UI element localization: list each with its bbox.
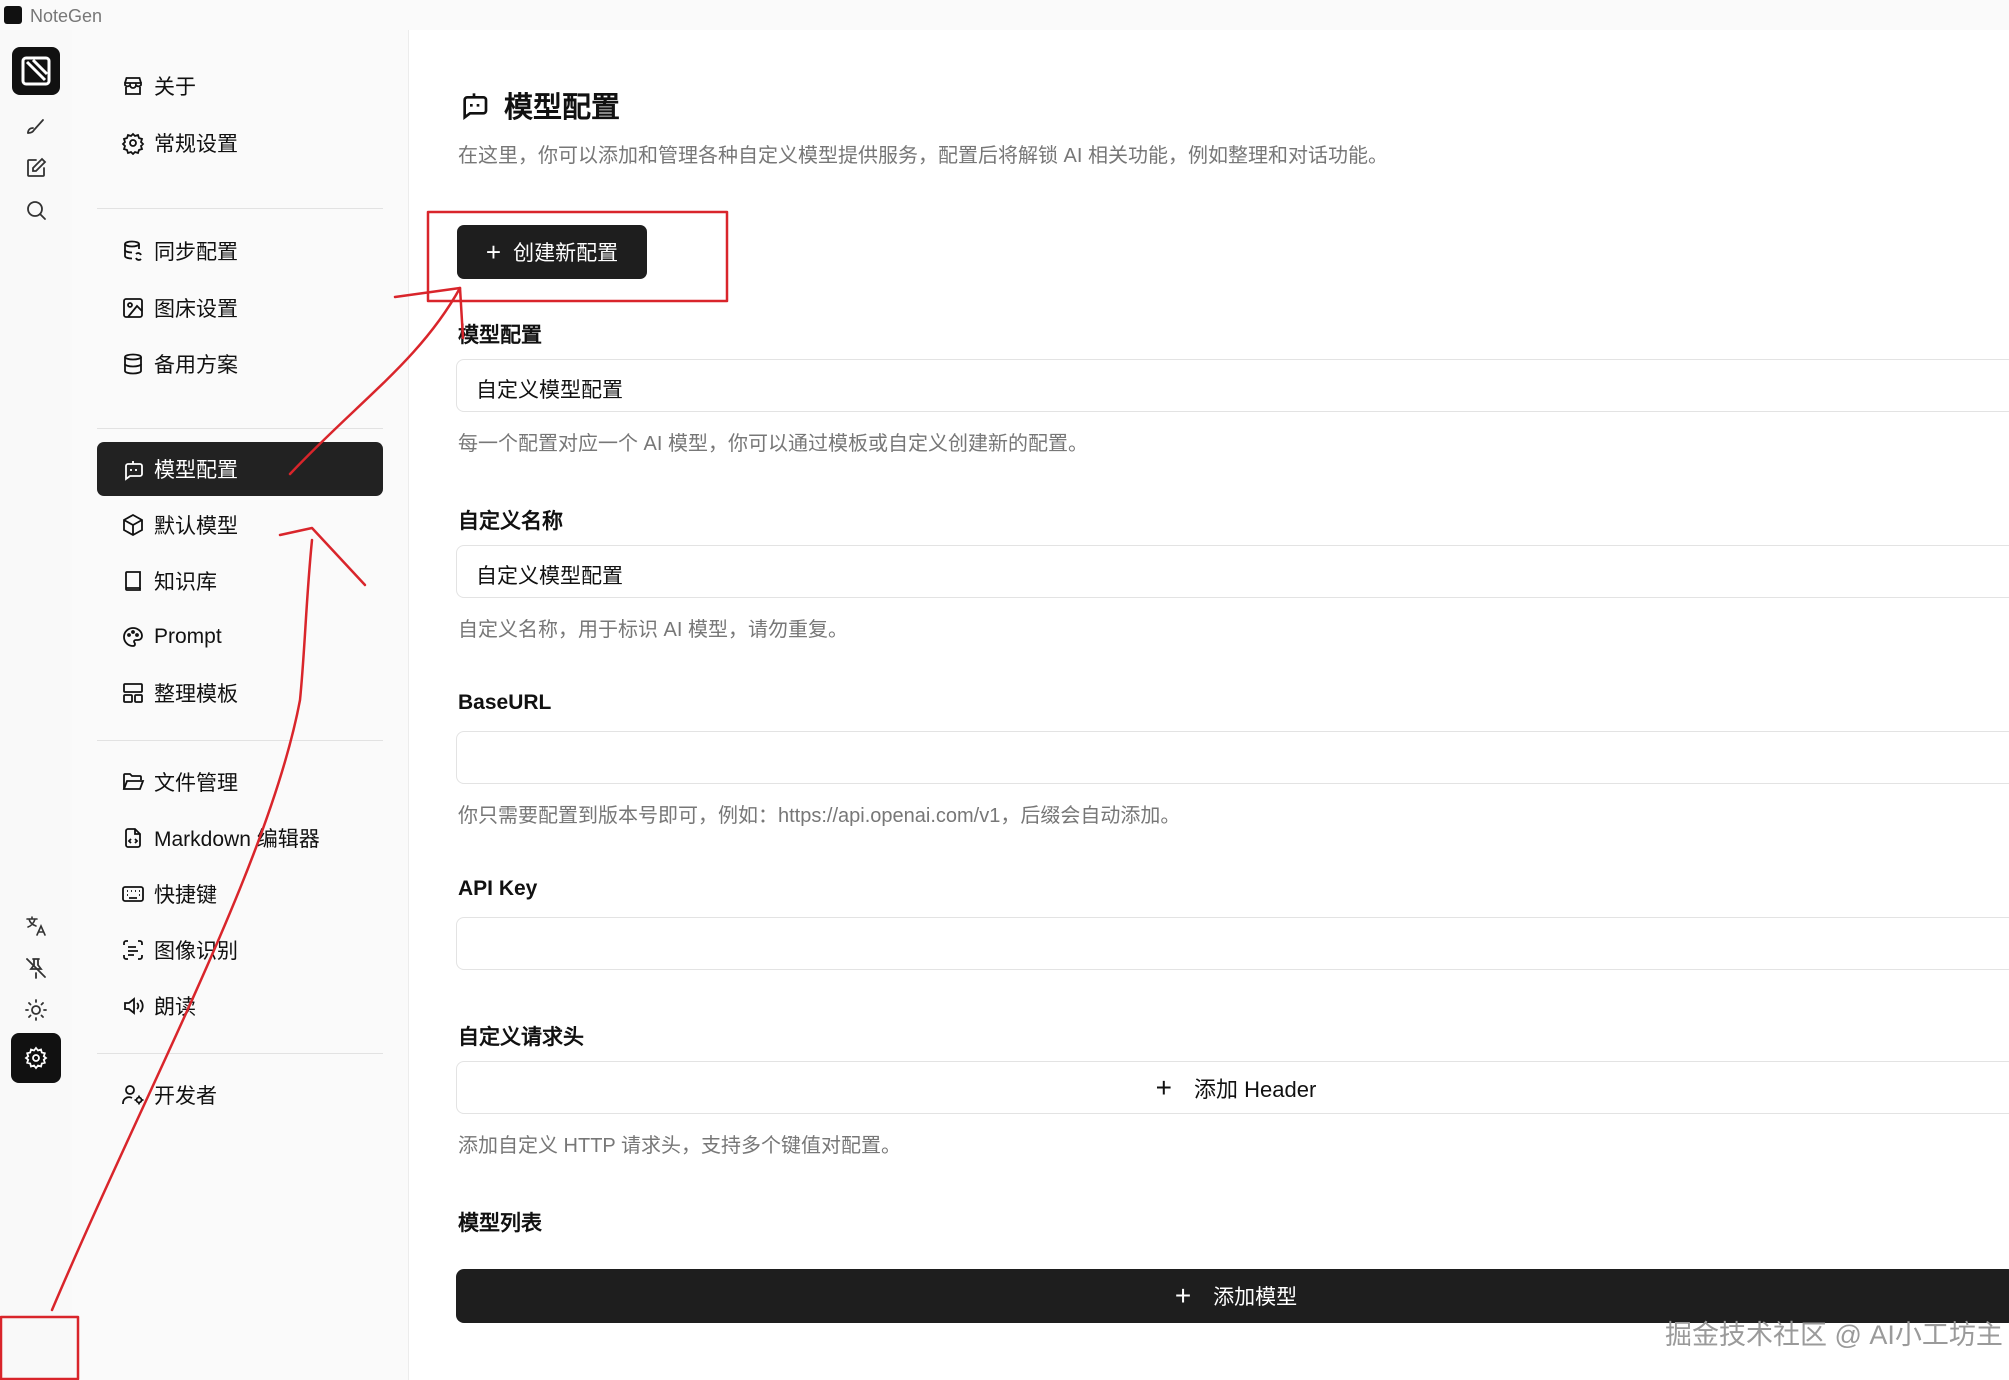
custom-name-input[interactable]: 自定义模型配置 <box>456 545 2009 598</box>
pin-off-icon[interactable] <box>20 952 52 984</box>
plus-icon: + <box>485 237 502 267</box>
nav-item-default-model[interactable]: 默认模型 <box>97 498 383 552</box>
model-config-help: 每一个配置对应一个 AI 模型，你可以通过模板或自定义创建新的配置。 <box>458 433 1089 455</box>
nav-item-label: 关于 <box>154 76 196 99</box>
create-config-label: 创建新配置 <box>513 242 619 265</box>
nav-item-model-config[interactable]: 模型配置 <box>97 442 383 496</box>
book-icon <box>120 568 146 594</box>
store-icon <box>120 73 146 99</box>
nav-item-label: 备用方案 <box>154 354 238 377</box>
image-upload-icon <box>120 295 146 321</box>
plus-icon: + <box>1174 1280 1192 1311</box>
brush-icon[interactable] <box>20 110 52 142</box>
page-description: 在这里，你可以添加和管理各种自定义模型提供服务，配置后将解锁 AI 相关功能，例… <box>458 145 1389 167</box>
nav-divider <box>97 1053 383 1054</box>
nav-item-knowledge-base[interactable]: 知识库 <box>97 554 383 608</box>
nav-item-read-aloud[interactable]: 朗读 <box>97 979 383 1033</box>
nav-item-label: 朗读 <box>154 996 196 1019</box>
nav-item-label: 图床设置 <box>154 298 238 321</box>
api-key-input[interactable] <box>456 917 2009 970</box>
notegen-logo[interactable] <box>12 47 60 95</box>
add-header-label: 添加 Header <box>1194 1076 1317 1102</box>
palette-icon <box>120 624 146 650</box>
translate-icon[interactable] <box>20 910 52 942</box>
custom-name-value: 自定义模型配置 <box>476 565 623 588</box>
nav-divider <box>97 740 383 741</box>
volume-icon <box>120 993 146 1019</box>
app-name: NoteGen <box>30 6 103 26</box>
nav-item-backup[interactable]: 备用方案 <box>97 337 383 391</box>
watermark: 掘金技术社区 @ AI小工坊主 <box>1665 1320 2003 1350</box>
nav-item-file-management[interactable]: 文件管理 <box>97 755 383 809</box>
nav-divider <box>97 428 383 429</box>
edit-icon[interactable] <box>20 152 52 184</box>
nav-item-label: 快捷键 <box>154 884 217 907</box>
app-logo-icon <box>4 6 22 24</box>
base-url-help: 你只需要配置到版本号即可，例如：https://api.openai.com/v… <box>458 805 1181 827</box>
nav-item-about[interactable]: 关于 <box>97 59 383 113</box>
add-header-button[interactable]: + 添加 Header <box>456 1061 2009 1114</box>
nav-item-label: Markdown 编辑器 <box>154 828 320 851</box>
nav-item-image-hosting[interactable]: 图床设置 <box>97 281 383 335</box>
model-config-select[interactable]: 自定义模型配置 <box>456 359 2009 412</box>
base-url-label: BaseURL <box>458 691 552 714</box>
nav-item-label: 开发者 <box>154 1085 217 1108</box>
add-model-label: 添加模型 <box>1213 1286 1298 1309</box>
nav-item-label: 文件管理 <box>154 772 238 795</box>
nav-item-label: 常规设置 <box>154 133 238 156</box>
nav-item-label: Prompt <box>154 625 222 648</box>
bot-icon <box>120 456 146 482</box>
icon-rail <box>0 30 73 1380</box>
model-config-value: 自定义模型配置 <box>476 379 623 402</box>
layout-icon <box>120 680 146 706</box>
nav-item-prompt[interactable]: Prompt <box>97 610 383 664</box>
nav-item-sync[interactable]: 同步配置 <box>97 224 383 278</box>
database-icon <box>120 351 146 377</box>
file-code-icon <box>120 825 146 851</box>
settings-nav: 关于 常规设置 同步配置 图床设置 备用方案 模型配置 默认模型 知识库 Pro… <box>72 30 409 1380</box>
custom-name-help: 自定义名称，用于标识 AI 模型，请勿重复。 <box>458 619 849 641</box>
nav-item-label: 模型配置 <box>154 459 238 482</box>
gear-icon <box>120 130 146 156</box>
headers-help: 添加自定义 HTTP 请求头，支持多个键值对配置。 <box>458 1135 901 1157</box>
nav-item-general[interactable]: 常规设置 <box>97 116 383 170</box>
settings-icon[interactable] <box>11 1033 61 1083</box>
title-bar: NoteGen <box>0 0 2009 30</box>
user-cog-icon <box>120 1082 146 1108</box>
folder-open-icon <box>120 769 146 795</box>
nav-item-templates[interactable]: 整理模板 <box>97 666 383 720</box>
nav-item-label: 同步配置 <box>154 241 238 264</box>
bot-icon <box>458 88 490 120</box>
page-title: 模型配置 <box>504 92 621 124</box>
box-icon <box>120 512 146 538</box>
nav-item-label: 默认模型 <box>154 515 238 538</box>
search-icon[interactable] <box>20 194 52 226</box>
nav-item-shortcuts[interactable]: 快捷键 <box>97 867 383 921</box>
keyboard-icon <box>120 881 146 907</box>
nav-item-markdown-editor[interactable]: Markdown 编辑器 <box>97 811 383 865</box>
nav-divider <box>97 208 383 209</box>
nav-item-label: 知识库 <box>154 571 217 594</box>
base-url-input[interactable] <box>456 731 2009 784</box>
model-list-label: 模型列表 <box>458 1212 542 1235</box>
nav-item-developer[interactable]: 开发者 <box>97 1068 383 1122</box>
scan-text-icon <box>120 937 146 963</box>
create-config-button[interactable]: + 创建新配置 <box>457 225 647 279</box>
model-config-label: 模型配置 <box>458 324 542 347</box>
api-key-label: API Key <box>458 877 538 900</box>
sun-icon[interactable] <box>20 994 52 1026</box>
nav-item-label: 图像识别 <box>154 940 238 963</box>
headers-label: 自定义请求头 <box>458 1026 584 1049</box>
nav-item-label: 整理模板 <box>154 683 238 706</box>
plus-icon: + <box>1155 1071 1173 1103</box>
database-sync-icon <box>120 238 146 264</box>
custom-name-label: 自定义名称 <box>458 510 563 533</box>
nav-item-ocr[interactable]: 图像识别 <box>97 923 383 977</box>
